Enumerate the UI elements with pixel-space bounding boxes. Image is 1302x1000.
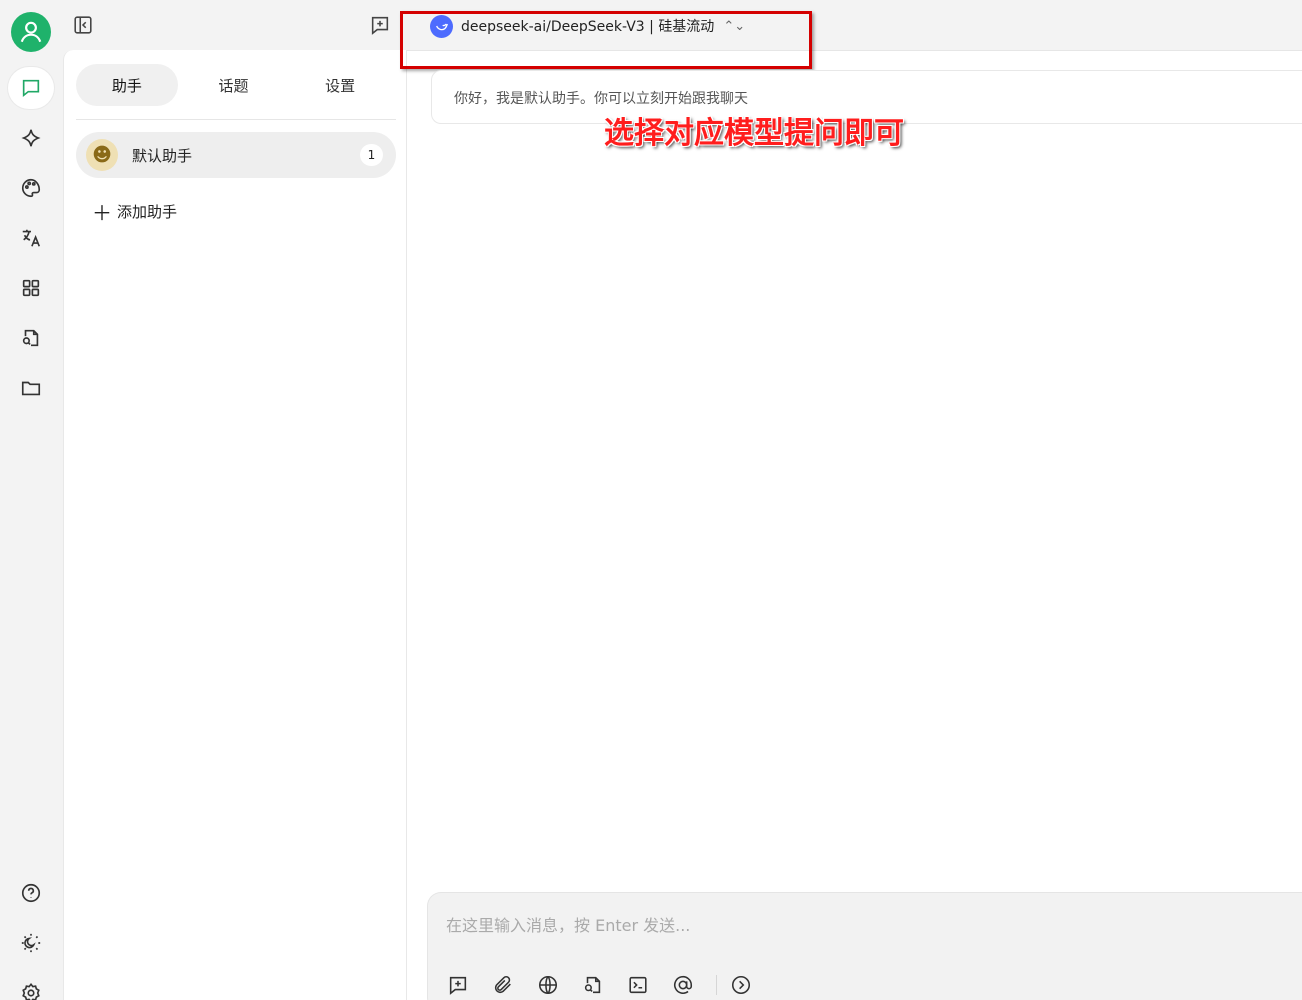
tab-settings[interactable]: 设置 — [289, 64, 391, 106]
rail-files-button[interactable] — [8, 367, 54, 409]
sidebar-toggle-icon[interactable] — [72, 14, 94, 36]
new-topic-icon[interactable] — [369, 14, 391, 36]
rail-paint-button[interactable] — [8, 167, 54, 209]
tab-topics[interactable]: 话题 — [183, 64, 285, 106]
mention-button[interactable] — [671, 973, 695, 997]
doc-search-icon — [584, 976, 601, 994]
app: 助手 话题 设置 ☻ 默认助手 1 ＋ 添加助手 deepseek-ai/Dee… — [0, 0, 1302, 1000]
theme-icon — [21, 933, 41, 953]
input-placeholder: 在这里输入消息，按 Enter 发送... — [446, 916, 691, 935]
toolbar-separator — [716, 975, 717, 995]
add-assistant-button[interactable]: ＋ 添加助手 — [92, 200, 178, 225]
topic-count-badge: 1 — [360, 144, 383, 166]
smiley-icon: ☻ — [86, 139, 118, 171]
panel-divider — [76, 119, 396, 120]
doc-search-icon — [22, 329, 39, 347]
assistant-item-default[interactable]: ☻ 默认助手 1 — [76, 132, 396, 178]
terminal-button[interactable] — [626, 973, 650, 997]
help-icon — [21, 883, 41, 903]
welcome-text: 你好，我是默认助手。你可以立刻开始跟我聊天 — [454, 91, 748, 107]
rail-help-button[interactable] — [8, 872, 54, 914]
annotation-text: 选择对应模型提问即可 — [604, 116, 904, 151]
send-button[interactable] — [729, 973, 753, 997]
web-search-button[interactable] — [536, 973, 560, 997]
input-toolbar — [446, 973, 774, 997]
assistant-item-label: 默认助手 — [132, 146, 193, 165]
icon-rail — [0, 0, 63, 1000]
assistant-panel: 助手 话题 设置 ☻ 默认助手 1 ＋ 添加助手 — [63, 50, 407, 1000]
rail-apps-button[interactable] — [8, 267, 54, 309]
message-input[interactable]: 在这里输入消息，按 Enter 发送... — [427, 892, 1302, 1000]
highlight-box — [400, 11, 812, 69]
tab-assistants[interactable]: 助手 — [76, 64, 178, 106]
rail-settings-button[interactable] — [8, 972, 54, 1000]
rail-chat-button[interactable] — [8, 67, 54, 109]
translate-icon — [22, 229, 41, 247]
arrow-right-circle-icon — [731, 975, 751, 995]
paperclip-icon — [494, 975, 511, 994]
attach-button[interactable] — [491, 973, 515, 997]
chat-area — [407, 50, 1302, 1000]
panel-tabs: 助手 话题 设置 — [76, 64, 396, 106]
new-topic-icon — [449, 976, 467, 995]
add-assistant-label: 添加助手 — [117, 202, 178, 221]
new-topic-button[interactable] — [446, 973, 470, 997]
at-icon — [673, 976, 693, 994]
palette-icon — [22, 178, 41, 198]
user-icon — [20, 21, 42, 43]
folder-icon — [21, 381, 41, 396]
avatar[interactable] — [11, 12, 51, 52]
globe-icon — [538, 975, 558, 995]
rail-agents-button[interactable] — [8, 117, 54, 159]
terminal-icon — [629, 976, 647, 994]
rail-theme-button[interactable] — [8, 922, 54, 964]
settings-icon — [22, 982, 40, 1000]
knowledge-button[interactable] — [581, 973, 605, 997]
plus-icon: ＋ — [92, 200, 112, 225]
apps-icon — [22, 279, 40, 297]
sparkle-icon — [21, 129, 41, 147]
rail-translate-button[interactable] — [8, 217, 54, 259]
chat-icon — [22, 79, 40, 98]
rail-knowledge-button[interactable] — [8, 317, 54, 359]
